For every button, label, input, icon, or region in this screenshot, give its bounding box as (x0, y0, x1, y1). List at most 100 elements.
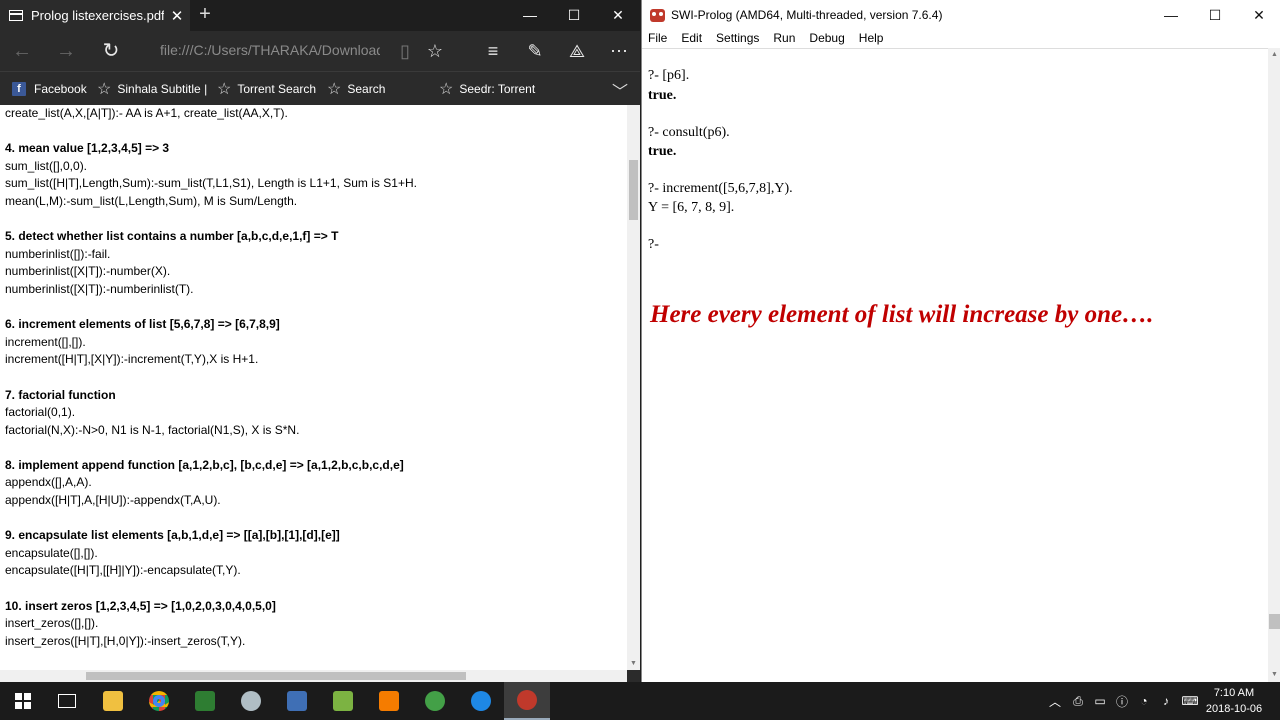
favorite-seedr[interactable]: ☆ Seedr: Torrent (439, 72, 535, 106)
windows-logo-icon (15, 693, 31, 709)
taskbar-media-player[interactable] (366, 682, 412, 720)
console-line: Y = [6, 7, 8, 9]. (648, 200, 735, 215)
menu-settings[interactable]: Settings (709, 30, 766, 48)
console-line: true. (648, 144, 677, 159)
app-icon (287, 691, 307, 711)
notepad-icon (333, 691, 353, 711)
scroll-up-arrow[interactable]: ▲ (1268, 48, 1280, 62)
taskbar-app-blue[interactable] (274, 682, 320, 720)
taskbar-app-gray[interactable] (228, 682, 274, 720)
pdf-code-line: appendx([],A,A). (5, 475, 92, 490)
edge-titlebar: Prolog listexercises.pdf ✕ + — ☐ ✕ (0, 0, 640, 31)
pdf-code-line (5, 123, 627, 141)
menu-bar: File Edit Settings Run Debug Help (642, 30, 1280, 48)
pdf-heading-line: 4. mean value [1,2,3,4,5] => 3 (5, 141, 170, 156)
pdf-text: create_list(A,X,[A|T]):- AA is A+1, crea… (5, 105, 627, 650)
pdf-code-line: encapsulate([],[]). (5, 545, 98, 560)
maximize-button[interactable]: ☐ (552, 0, 596, 31)
horizontal-scrollbar[interactable] (0, 670, 627, 682)
close-button[interactable]: ✕ (596, 0, 640, 31)
reading-view-icon[interactable]: ▯ (390, 36, 420, 66)
pdf-code-line: factorial(0,1). (5, 405, 76, 420)
pdf-code-line (5, 510, 627, 528)
keyboard-icon[interactable]: ⌨ (1180, 682, 1200, 720)
pdf-code-line: insert_zeros([H|T],[H,0|Y]):-insert_zero… (5, 633, 246, 648)
taskbar-chrome[interactable] (136, 682, 182, 720)
usb-icon[interactable]: ⎙ (1068, 682, 1088, 720)
pdf-code-line (5, 369, 627, 387)
taskbar-file-explorer[interactable] (90, 682, 136, 720)
start-button[interactable] (0, 682, 46, 720)
favorites-bar: f Facebook ☆ Sinhala Subtitle | ☆ Torren… (0, 71, 640, 105)
scrollbar-thumb[interactable] (1269, 614, 1280, 629)
volume-icon[interactable]: ♪ (1156, 682, 1176, 720)
pdf-code-line: insert_zeros([],[]). (5, 616, 99, 631)
show-hidden-icons-chevron-icon[interactable]: ︿ (1046, 682, 1064, 720)
pdf-code-line: sum_list([],0,0). (5, 158, 88, 173)
favorite-sinhala-subtitle[interactable]: ☆ Sinhala Subtitle | (97, 72, 207, 106)
taskbar-swi-prolog[interactable] (504, 682, 550, 720)
hub-icon[interactable]: ≡ (478, 36, 508, 66)
more-icon[interactable]: ⋯ (604, 36, 634, 66)
vertical-scrollbar[interactable]: ▼ (627, 105, 640, 670)
tab-close-icon[interactable]: ✕ (164, 7, 190, 25)
clock[interactable]: 7:10 AM 2018-10-06 (1205, 685, 1263, 717)
swi-prolog-owl-icon (650, 8, 665, 22)
pdf-code-line: numberinlist([X|T]):-numberinlist(T). (5, 281, 194, 296)
favorite-star-icon[interactable]: ☆ (420, 36, 450, 66)
back-button[interactable]: ← (7, 36, 37, 66)
pdf-code-line: appendx([H|T],A,[H|U]):-appendx(T,A,U). (5, 493, 221, 508)
favorite-torrent-search[interactable]: ☆ Torrent Search (217, 72, 316, 106)
scrollbar-thumb[interactable] (629, 160, 638, 220)
menu-run[interactable]: Run (766, 30, 802, 48)
pdf-heading-line: 7. factorial function (5, 387, 116, 402)
console-line: ?- consult(p6). (648, 125, 730, 140)
vertical-scrollbar[interactable]: ▲ ▼ (1268, 48, 1280, 682)
folder-icon (103, 691, 123, 711)
minimize-button[interactable]: — (1149, 0, 1193, 30)
address-bar[interactable]: file:///C:/Users/THARAKA/Downloads/Dc (160, 42, 380, 62)
refresh-button[interactable]: ↻ (96, 36, 126, 66)
minimize-button[interactable]: — (508, 0, 552, 31)
star-icon: ☆ (327, 81, 342, 98)
pdf-code-line (5, 580, 627, 598)
chevron-down-icon[interactable]: ﹀ (612, 78, 628, 102)
menu-edit[interactable]: Edit (674, 30, 709, 48)
facebook-icon: f (12, 82, 26, 96)
annotation-text: Here every element of list will increase… (650, 301, 1154, 328)
scrollbar-thumb[interactable] (86, 672, 466, 680)
maximize-button[interactable]: ☐ (1193, 0, 1237, 30)
menu-help[interactable]: Help (852, 30, 891, 48)
menu-debug[interactable]: Debug (802, 30, 851, 48)
web-note-icon[interactable]: ✎ (520, 36, 550, 66)
menu-file[interactable]: File (642, 30, 674, 48)
new-tab-button[interactable]: + (193, 0, 217, 31)
battery-icon[interactable]: ▭ (1090, 682, 1110, 720)
taskbar-notepad[interactable] (320, 682, 366, 720)
prolog-console[interactable]: ?- [p6]. true. ?- consult(p6). true. ?- … (642, 48, 1268, 682)
scroll-down-arrow[interactable]: ▼ (1268, 668, 1280, 682)
taskbar-app-green[interactable] (182, 682, 228, 720)
info-icon[interactable]: ⓘ (1112, 682, 1132, 720)
swi-prolog-owl-icon (517, 690, 537, 710)
network-icon[interactable]: ◔ (1134, 682, 1154, 720)
task-view-button[interactable] (44, 682, 90, 720)
pdf-code-line: create_list(A,X,[A|T]):- AA is A+1, crea… (5, 106, 288, 120)
favorite-facebook[interactable]: f Facebook (12, 72, 87, 106)
window-title: SWI-Prolog (AMD64, Multi-threaded, versi… (671, 8, 943, 22)
browser-tab[interactable]: Prolog listexercises.pdf ✕ (0, 0, 190, 31)
favorite-search[interactable]: ☆ Search (327, 72, 385, 106)
app-icon (241, 691, 261, 711)
scroll-down-arrow[interactable]: ▼ (627, 658, 640, 670)
console-line: ?- increment([5,6,7,8],Y). (648, 181, 793, 196)
navigation-bar: ← → ↻ file:///C:/Users/THARAKA/Downloads… (0, 31, 640, 71)
pdf-viewer[interactable]: create_list(A,X,[A|T]):- AA is A+1, crea… (0, 105, 627, 670)
pdf-code-line: numberinlist([X|T]):-number(X). (5, 264, 171, 279)
forward-button[interactable]: → (51, 36, 81, 66)
taskbar-edge[interactable] (458, 682, 504, 720)
share-icon[interactable]: ⟁ (562, 36, 592, 66)
pdf-code-line (5, 299, 627, 317)
taskbar-clover-app[interactable] (412, 682, 458, 720)
close-button[interactable]: ✕ (1237, 0, 1280, 30)
console-prompt[interactable]: ?- (648, 237, 659, 253)
